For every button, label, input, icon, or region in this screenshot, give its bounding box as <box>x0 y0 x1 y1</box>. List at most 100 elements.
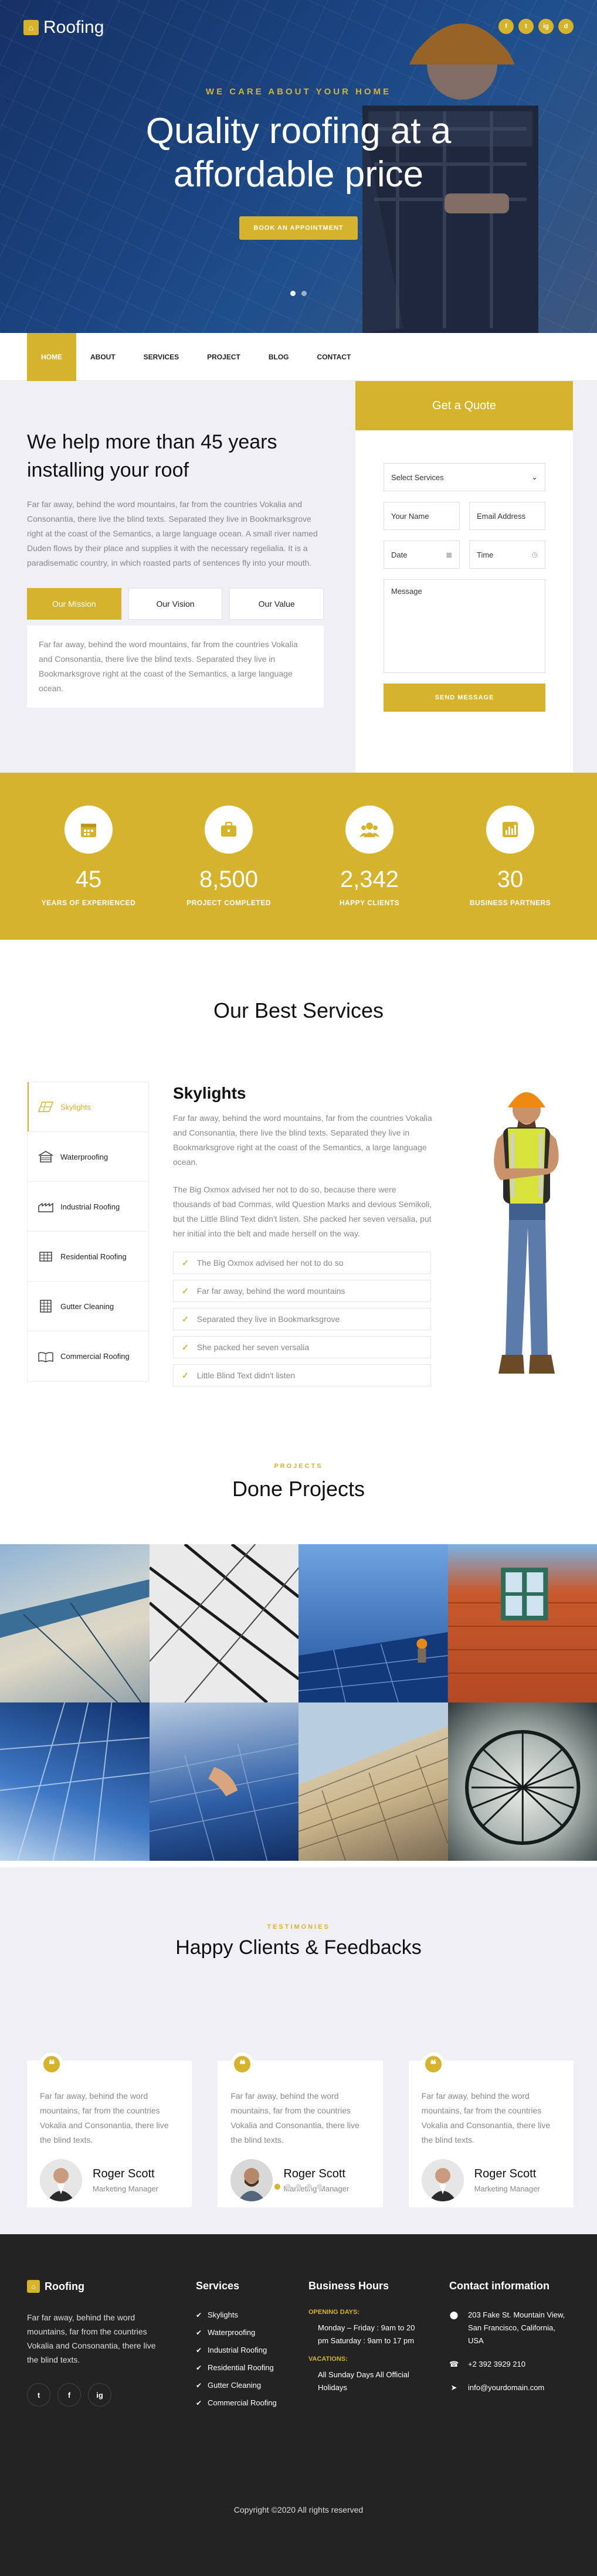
avatar <box>40 2159 82 2201</box>
chevron-down-icon: ⌄ <box>531 473 538 481</box>
tab-our-value[interactable]: Our Value <box>229 588 324 620</box>
dribbble-icon[interactable]: d <box>558 19 574 34</box>
testimonial-text: Far far away, behind the word mountains,… <box>421 2091 551 2145</box>
twitter-icon[interactable]: t <box>27 2383 50 2407</box>
projects-section: PROJECTS Done Projects <box>0 1439 597 1867</box>
stat-value: 45 <box>75 866 102 892</box>
project-image[interactable] <box>149 1544 298 1702</box>
quote-form: Select Services ⌄ Your Name Email Addres… <box>384 463 545 712</box>
footer-services-title: Services <box>196 2280 240 2292</box>
nav-contact[interactable]: CONTACT <box>303 333 365 381</box>
footer-contact-title: Contact information <box>449 2280 549 2292</box>
stat-item: 2,342 HAPPY CLIENTS <box>305 806 434 907</box>
avatar <box>421 2159 464 2201</box>
header-logo[interactable]: ⌂ Roofing <box>23 18 104 38</box>
service-item-waterproofing[interactable]: Waterproofing <box>28 1132 148 1182</box>
send-message-button[interactable]: SEND MESSAGE <box>384 684 545 712</box>
service-item-gutter-cleaning[interactable]: Gutter Cleaning <box>28 1282 148 1331</box>
service-label: Gutter Cleaning <box>60 1301 114 1311</box>
house-roof-icon <box>39 1252 52 1262</box>
service-detail-text-2: The Big Oxmox advised her not to do so, … <box>173 1185 432 1238</box>
carousel-dot[interactable] <box>296 2184 301 2190</box>
checklist-text: Separated they live in Bookmarksgrove <box>196 1314 340 1324</box>
project-image[interactable] <box>447 1544 597 1702</box>
service-select[interactable]: Select Services ⌄ <box>384 463 545 491</box>
service-item-industrial-roofing[interactable]: Industrial Roofing <box>28 1182 148 1232</box>
quote-form-panel: Get a Quote Select Services ⌄ Your Name … <box>355 381 573 773</box>
services-menu: Skylights Waterproofing Industrial Roofi… <box>27 1082 149 1382</box>
carousel-dot[interactable] <box>290 291 296 296</box>
footer-service-link[interactable]: Skylights <box>196 2309 290 2322</box>
stat-value: 30 <box>497 866 524 892</box>
calendar-icon <box>65 806 113 854</box>
clock-icon: ◷ <box>531 550 538 559</box>
stat-label: YEARS OF EXPERIENCED <box>41 899 136 907</box>
carousel-dot[interactable] <box>274 2184 280 2190</box>
footer-service-link[interactable]: Waterproofing <box>196 2326 290 2339</box>
facebook-icon[interactable]: f <box>57 2383 81 2407</box>
projects-gallery <box>0 1544 597 1861</box>
tab-our-mission[interactable]: Our Mission <box>27 588 121 620</box>
message-field[interactable]: Message <box>384 579 545 673</box>
date-field[interactable]: Date ▦ <box>384 541 460 569</box>
checklist-item: ✓ Far far away, behind the word mountains <box>173 1280 431 1302</box>
nav-project[interactable]: PROJECT <box>193 333 255 381</box>
service-item-commercial-roofing[interactable]: Commercial Roofing <box>28 1331 148 1381</box>
contact-phone[interactable]: ☎ +2 392 3929 210 <box>449 2358 572 2371</box>
tab-our-vision[interactable]: Our Vision <box>128 588 223 620</box>
project-image[interactable] <box>149 1702 298 1861</box>
footer-hours: Business Hours OPENING DAYS: Monday – Fr… <box>308 2280 426 2394</box>
about-section: We help more than 45 years installing yo… <box>0 381 597 773</box>
time-field[interactable]: Time ◷ <box>469 541 545 569</box>
carousel-dot[interactable] <box>306 2184 312 2190</box>
instagram-icon[interactable]: ig <box>88 2383 111 2407</box>
footer-service-link[interactable]: Industrial Roofing <box>196 2344 290 2357</box>
footer-logo[interactable]: ⌂ Roofing <box>27 2280 156 2293</box>
project-image[interactable] <box>0 1544 150 1702</box>
testimonial-author: Roger Scott Marketing Manager <box>230 2159 369 2201</box>
nav-home[interactable]: HOME <box>27 333 76 381</box>
contact-email[interactable]: ➤ info@yourdomain.com <box>449 2381 572 2394</box>
footer-service-link[interactable]: Residential Roofing <box>196 2361 290 2374</box>
phone-icon: ☎ <box>449 2360 459 2368</box>
nav-about[interactable]: ABOUT <box>76 333 130 381</box>
calendar-icon: ▦ <box>446 551 452 559</box>
checklist-text: The Big Oxmox advised her not to do so <box>196 1258 344 1267</box>
testimonial-text: Far far away, behind the word mountains,… <box>230 2091 359 2145</box>
service-item-residential-roofing[interactable]: Residential Roofing <box>28 1232 148 1282</box>
footer-service-link[interactable]: Gutter Cleaning <box>196 2379 290 2392</box>
project-image[interactable] <box>298 1544 448 1702</box>
map-pin-icon: ⬤ <box>449 2310 459 2319</box>
opening-days-label: OPENING DAYS: <box>308 2309 360 2316</box>
nav-blog[interactable]: BLOG <box>255 333 303 381</box>
project-image[interactable] <box>447 1702 597 1861</box>
footer-services: Services Skylights Waterproofing Industr… <box>196 2280 290 2414</box>
testimonial-text: Far far away, behind the word mountains,… <box>40 2091 169 2145</box>
footer-service-link[interactable]: Commercial Roofing <box>196 2397 290 2410</box>
roofer-worker-image <box>494 1092 559 1374</box>
email-field[interactable]: Email Address <box>469 502 545 530</box>
check-icon: ✓ <box>182 1314 189 1324</box>
twitter-icon[interactable]: t <box>518 19 534 34</box>
nav-services[interactable]: SERVICES <box>130 333 193 381</box>
tab-content: Far far away, behind the word mountains,… <box>27 626 324 708</box>
project-image[interactable] <box>0 1702 150 1861</box>
vacations-text: All Sunday Days All Official Holidays <box>318 2370 409 2392</box>
instagram-icon[interactable]: ig <box>538 19 554 34</box>
checklist-item: ✓ She packed her seven versalia <box>173 1336 431 1358</box>
testimonials-title: Happy Clients & Feedbacks <box>175 1936 422 1959</box>
book-appointment-button[interactable]: BOOK AN APPOINTMENT <box>239 216 358 240</box>
name-field[interactable]: Your Name <box>384 502 460 530</box>
address-text: 203 Fake St. Mountain View, San Francisc… <box>468 2310 565 2345</box>
service-item-skylights[interactable]: Skylights <box>28 1082 148 1132</box>
facebook-icon[interactable]: f <box>498 19 514 34</box>
service-label: Skylights <box>60 1102 91 1112</box>
copyright-text: Copyright ©2020 All rights reserved <box>233 2505 364 2514</box>
carousel-dot[interactable] <box>317 2184 323 2190</box>
house-icon: ⌂ <box>23 20 39 35</box>
carousel-dot[interactable] <box>285 2184 291 2190</box>
project-image[interactable] <box>298 1702 448 1861</box>
carousel-dot[interactable] <box>301 291 307 296</box>
footer-hours-title: Business Hours <box>308 2280 389 2292</box>
stats-section: 45 YEARS OF EXPERIENCED 8,500 PROJECT CO… <box>0 773 597 940</box>
